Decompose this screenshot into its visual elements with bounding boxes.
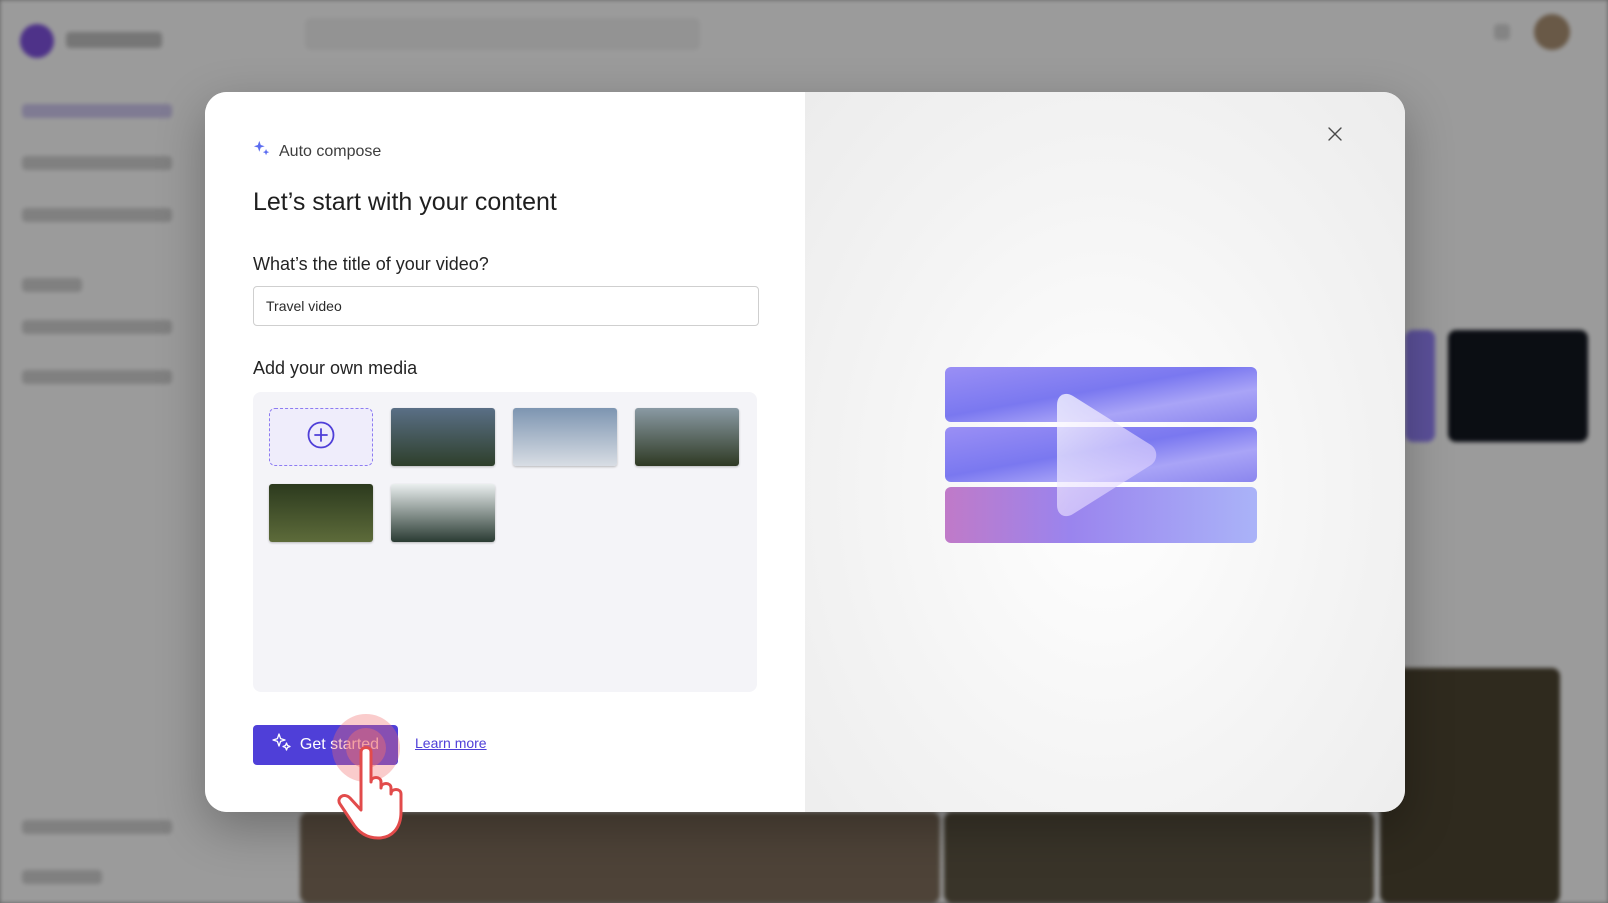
video-title-label: What’s the title of your video? — [253, 254, 489, 274]
sparkle-icon — [272, 732, 292, 758]
media-thumbnail-green-mountain-summit[interactable] — [635, 408, 739, 466]
dialog-title: Let’s start with your content — [253, 188, 557, 216]
eyebrow-text: Auto compose — [279, 142, 382, 160]
close-button[interactable] — [1323, 124, 1347, 148]
media-label: Add your own media — [253, 358, 418, 378]
add-media-button[interactable] — [269, 408, 373, 466]
auto-compose-illustration — [945, 367, 1257, 543]
learn-more-link[interactable]: Learn more — [415, 735, 487, 751]
sparkle-icon — [253, 140, 271, 163]
auto-compose-dialog: Auto compose Let’s start with your conte… — [205, 92, 1405, 812]
media-thumbnail-mountain-lake-forest[interactable] — [391, 408, 495, 466]
hand-cursor — [330, 712, 414, 844]
media-grid — [253, 392, 757, 692]
media-thumbnail-snowy-mountain-ridge[interactable] — [513, 408, 617, 466]
media-thumbnail-forest-river-canyon[interactable] — [269, 484, 373, 542]
close-icon — [1327, 126, 1343, 147]
eyebrow: Auto compose — [253, 140, 381, 163]
media-thumbnail-snowy-forest-aerial[interactable] — [391, 484, 495, 542]
dialog-form-pane: Auto compose Let’s start with your conte… — [205, 92, 805, 812]
plus-circle-icon — [306, 420, 336, 455]
hand-pointer-icon — [330, 714, 414, 848]
video-title-input[interactable] — [253, 286, 759, 326]
